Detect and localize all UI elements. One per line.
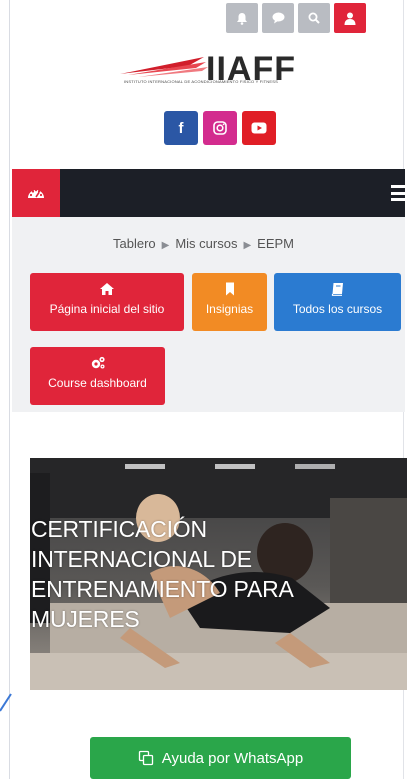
breadcrumb: Tablero ▶ Mis cursos ▶ EEPM — [0, 236, 407, 251]
facebook-icon: f — [178, 119, 184, 137]
chat-icon — [272, 12, 284, 24]
banner-title-line: INTERNACIONAL DE — [31, 546, 252, 572]
book-icon — [331, 283, 343, 296]
search-button[interactable] — [298, 3, 330, 33]
social-links: f — [164, 111, 276, 145]
site-home-label: Página inicial del sitio — [49, 302, 165, 316]
logo-swoosh-icon — [120, 57, 208, 77]
user-icon — [344, 12, 356, 25]
course-banner-title: CERTIFICACIÓN INTERNACIONAL DE ENTRENAMI… — [31, 514, 371, 634]
messages-button[interactable] — [262, 3, 294, 33]
breadcrumb-separator-icon: ▶ — [161, 240, 170, 251]
whatsapp-help-button[interactable]: Ayuda por WhatsApp — [90, 737, 351, 779]
breadcrumb-item-current[interactable]: EEPM — [257, 236, 294, 251]
course-dashboard-button[interactable]: Course dashboard — [30, 347, 165, 405]
course-dashboard-label: Course dashboard — [48, 376, 147, 390]
instagram-button[interactable] — [203, 111, 237, 145]
whatsapp-copy-icon — [138, 750, 153, 766]
search-icon — [308, 12, 320, 24]
banner-title-line: CERTIFICACIÓN — [31, 516, 207, 542]
hamburger-menu-icon[interactable] — [391, 183, 405, 203]
home-icon — [100, 283, 114, 295]
site-home-button[interactable]: Página inicial del sitio — [30, 273, 184, 331]
all-courses-label: Todos los cursos — [292, 302, 383, 316]
user-menu-button[interactable] — [334, 3, 366, 33]
banner-title-line: ENTRENAMIENTO PARA — [31, 576, 294, 602]
breadcrumb-item-mis-cursos[interactable]: Mis cursos — [175, 236, 237, 251]
dashboard-toggle-button[interactable] — [12, 169, 60, 217]
bookmark-icon — [225, 282, 234, 296]
notifications-button[interactable] — [226, 3, 258, 33]
all-courses-button[interactable]: Todos los cursos — [274, 273, 401, 331]
youtube-icon — [251, 122, 267, 134]
breadcrumb-item-tablero[interactable]: Tablero — [113, 236, 156, 251]
banner-title-line: MUJERES — [31, 606, 140, 632]
facebook-button[interactable]: f — [164, 111, 198, 145]
corner-mark-icon — [0, 693, 12, 712]
youtube-button[interactable] — [242, 111, 276, 145]
instagram-icon — [213, 121, 227, 135]
main-navbar — [12, 169, 405, 217]
badges-button[interactable]: Insignias — [192, 273, 267, 331]
breadcrumb-separator-icon: ▶ — [243, 240, 252, 251]
site-logo[interactable]: IIAFF INSTITUTO INTERNACIONAL DE ACONDIC… — [118, 50, 328, 92]
whatsapp-help-label: Ayuda por WhatsApp — [161, 749, 304, 767]
gears-icon — [91, 356, 105, 369]
page: IIAFF INSTITUTO INTERNACIONAL DE ACONDIC… — [0, 0, 407, 779]
dashboard-gauge-icon — [28, 189, 44, 198]
logo-tagline: INSTITUTO INTERNACIONAL DE ACONDICIONAMI… — [124, 79, 278, 84]
top-icon-bar — [226, 3, 366, 33]
badges-label: Insignias — [205, 302, 254, 316]
left-divider — [9, 0, 10, 779]
bell-icon — [237, 12, 247, 25]
